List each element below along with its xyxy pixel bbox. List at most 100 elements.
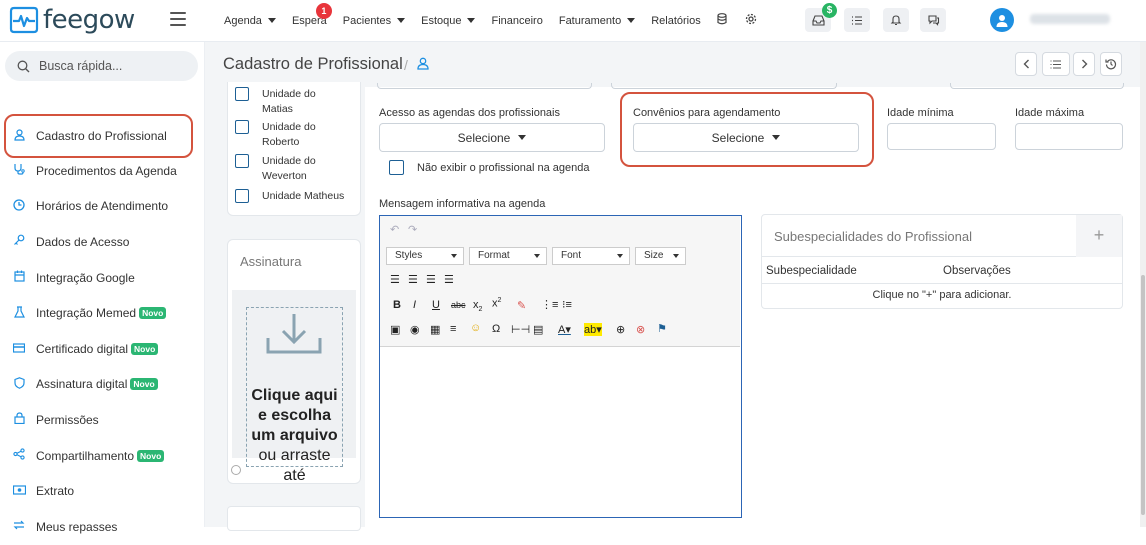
sidebar-item-extrato[interactable]: Extrato <box>0 473 205 509</box>
nav-agenda[interactable]: Agenda <box>224 15 276 27</box>
nav-financeiro[interactable]: Financeiro <box>491 15 542 27</box>
user-name-blurred[interactable] <box>1030 14 1110 24</box>
money-badge: $ <box>822 3 837 18</box>
page-scrollbar-thumb[interactable] <box>1141 275 1145 515</box>
sidebar-item-compartilhamento[interactable]: Compartilhamento Novo <box>0 438 205 474</box>
sidebar-item-assinatura[interactable]: Assinatura digital Novo <box>0 367 205 403</box>
list-button[interactable] <box>1042 52 1070 76</box>
bell-icon <box>890 15 902 26</box>
quick-search-input[interactable]: Busca rápida... <box>5 51 198 81</box>
profile-user-icon[interactable] <box>417 57 429 73</box>
horizontal-line-icon[interactable]: ≡ <box>450 323 456 335</box>
settings-icon[interactable] <box>745 13 757 28</box>
field-remnant-2 <box>611 83 837 89</box>
editor-toolbar: ↶ ↷ Styles Format Font Size ☰ ☰ ☰ ☰ B I … <box>380 216 740 347</box>
user-avatar[interactable] <box>990 8 1014 32</box>
redo-icon[interactable]: ↷ <box>408 223 417 236</box>
bg-color-icon[interactable]: ab▾ <box>584 323 602 336</box>
nao-exibir-row[interactable]: Não exibir o profissional na agenda <box>389 160 589 175</box>
history-icon <box>1105 59 1117 70</box>
size-combo[interactable]: Size <box>635 247 686 265</box>
text-color-icon[interactable]: A▾ <box>558 323 571 336</box>
special-char-icon[interactable]: Ω <box>492 323 500 335</box>
feegow-logo[interactable]: feegow <box>8 5 135 35</box>
numbered-list-icon[interactable]: ⋮≡ <box>541 298 558 311</box>
nav-faturamento[interactable]: Faturamento <box>559 15 636 27</box>
sidebar-item-procedimentos[interactable]: Procedimentos da Agenda <box>0 153 205 189</box>
sidebar-item-label: Integração Google <box>36 270 135 285</box>
tasks-button[interactable] <box>844 8 870 32</box>
superscript-icon[interactable]: x2 <box>492 297 501 310</box>
image-icon[interactable]: ▣ <box>390 323 400 336</box>
align-right-icon[interactable]: ☰ <box>426 273 436 286</box>
menu-toggle-icon[interactable] <box>170 12 186 26</box>
sidebar-item-memed[interactable]: Integração Memed Novo <box>0 295 205 331</box>
align-left-icon[interactable]: ☰ <box>390 273 400 286</box>
anchor-flag-icon[interactable]: ⚑ <box>657 322 667 335</box>
remove-format-icon[interactable]: ✎ <box>517 299 526 312</box>
acesso-select[interactable]: Selecione <box>379 123 605 152</box>
unit-matheus[interactable]: Unidade Matheus <box>235 189 352 204</box>
sidebar-item-permissoes[interactable]: Permissões <box>0 402 205 438</box>
sidebar-item-certificado[interactable]: Certificado digital Novo <box>0 331 205 367</box>
convenios-select[interactable]: Selecione <box>633 123 859 152</box>
smiley-icon[interactable]: ☺ <box>470 322 481 334</box>
unit-matias-checkbox[interactable] <box>235 87 249 101</box>
unit-weverton-checkbox[interactable] <box>235 154 249 168</box>
unit-roberto[interactable]: Unidade do Roberto <box>235 120 322 150</box>
previous-button[interactable] <box>1015 52 1037 76</box>
idade-min-input[interactable] <box>887 123 996 150</box>
money-icon <box>12 484 26 498</box>
bold-icon[interactable]: B <box>393 299 401 311</box>
nav-relatorios[interactable]: Relatórios <box>651 15 701 27</box>
nav-pacientes[interactable]: Pacientes <box>343 15 406 27</box>
flash-icon[interactable]: ◉ <box>410 323 420 336</box>
database-icon[interactable] <box>717 13 727 28</box>
underline-icon[interactable]: U <box>432 299 440 311</box>
align-center-icon[interactable]: ☰ <box>408 273 418 286</box>
bullet-list-icon[interactable]: ⁝≡ <box>562 298 572 311</box>
align-justify-icon[interactable]: ☰ <box>444 273 454 286</box>
unit-roberto-checkbox[interactable] <box>235 120 249 134</box>
sidebar-item-label: Permissões <box>36 412 99 427</box>
next-button[interactable] <box>1073 52 1095 76</box>
styles-combo[interactable]: Styles <box>386 247 464 265</box>
nao-exibir-label: Não exibir o profissional na agenda <box>417 161 590 174</box>
font-combo[interactable]: Font <box>552 247 630 265</box>
unlink-icon[interactable]: ⊗ <box>636 323 645 336</box>
sidebar-item-acesso[interactable]: Dados de Acesso <box>0 224 205 260</box>
idade-min-label: Idade mínima <box>887 107 954 119</box>
nav-estoque[interactable]: Estoque <box>421 15 476 27</box>
message-editor[interactable]: ↶ ↷ Styles Format Font Size ☰ ☰ ☰ ☰ B I … <box>379 215 742 518</box>
idade-max-input[interactable] <box>1015 123 1123 150</box>
chat-button[interactable] <box>920 8 946 32</box>
undo-icon[interactable]: ↶ <box>390 223 399 236</box>
notifications-button[interactable] <box>883 8 909 32</box>
iframe-icon[interactable]: ⊢⊣ <box>511 323 530 336</box>
page-break-icon[interactable]: ▤ <box>533 323 543 336</box>
format-combo[interactable]: Format <box>469 247 547 265</box>
sidebar-menu: Cadastro do Profissional Procedimentos d… <box>0 114 205 545</box>
italic-icon[interactable]: I <box>413 299 416 311</box>
unit-matheus-checkbox[interactable] <box>235 189 249 203</box>
signature-radio[interactable] <box>231 465 241 475</box>
nav-espera[interactable]: Espera 1 <box>292 2 332 27</box>
unit-matias[interactable]: Unidade do Matias <box>235 87 322 117</box>
lock-icon <box>12 412 26 427</box>
table-icon[interactable]: ▦ <box>430 323 440 336</box>
link-icon[interactable]: ⊕ <box>616 323 625 336</box>
page-header: Cadastro de Profissional / <box>205 42 1146 87</box>
history-button[interactable] <box>1100 52 1122 76</box>
sidebar-item-google[interactable]: Integração Google <box>0 260 205 296</box>
sidebar-item-cadastro[interactable]: Cadastro do Profissional <box>4 114 193 158</box>
signature-upload-area[interactable]: Clique aqui e escolha um arquivo ou arra… <box>232 290 356 483</box>
subscript-icon[interactable]: x2 <box>473 299 482 313</box>
add-subspecialty-button[interactable]: + <box>1076 215 1122 257</box>
chevron-right-icon <box>1081 59 1087 69</box>
nao-exibir-checkbox[interactable] <box>389 160 404 175</box>
search-icon <box>17 60 30 72</box>
unit-weverton[interactable]: Unidade do Weverton <box>235 154 322 184</box>
sidebar-item-horarios[interactable]: Horários de Atendimento <box>0 189 205 225</box>
main-area: Cadastro de Profissional / Unidade do Ma… <box>205 42 1146 531</box>
strikethrough-icon[interactable]: abc <box>451 300 466 310</box>
